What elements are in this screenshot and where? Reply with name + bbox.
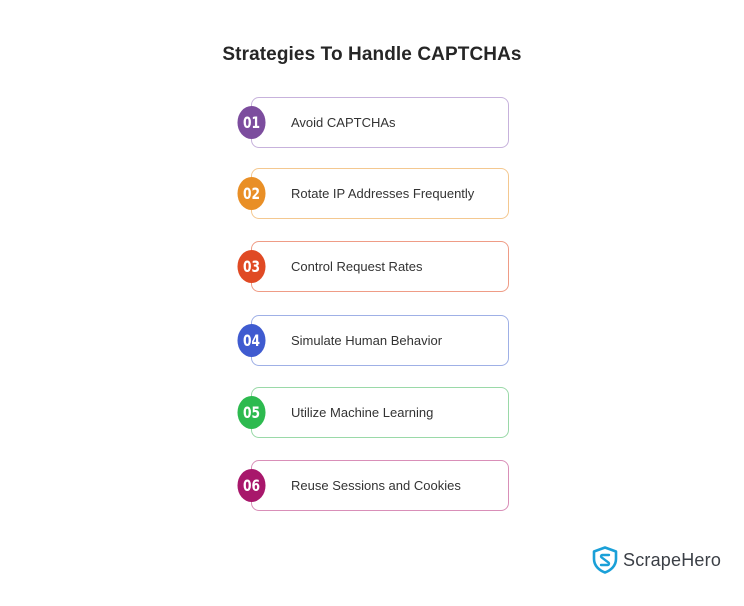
strategy-item-2: 02 Rotate IP Addresses Frequently [237,168,509,219]
strategy-label: Reuse Sessions and Cookies [291,478,461,493]
step-number-badge: 02 [237,177,266,210]
shield-s-icon [592,546,618,574]
step-number-badge: 04 [237,324,266,357]
strategy-label: Simulate Human Behavior [291,333,443,348]
strategy-item-5: 05 Utilize Machine Learning [237,387,509,438]
step-number-badge: 03 [237,250,266,283]
strategy-label: Utilize Machine Learning [291,405,434,420]
strategy-item-3: 03 Control Request Rates [237,241,509,292]
strategy-label: Control Request Rates [291,259,423,274]
page-title: Strategies To Handle CAPTCHAs [222,44,522,65]
scrapehero-logo: ScrapeHero [592,546,721,574]
strategy-item-1: 01 Avoid CAPTCHAs [237,97,509,148]
step-number-badge: 05 [237,396,266,429]
step-number-badge: 01 [237,106,266,139]
step-number-badge: 06 [237,469,266,502]
strategy-item-4: 04 Simulate Human Behavior [237,315,509,366]
strategy-label: Avoid CAPTCHAs [291,115,396,130]
strategy-item-6: 06 Reuse Sessions and Cookies [237,460,509,511]
strategy-label: Rotate IP Addresses Frequently [291,186,475,201]
brand-name: ScrapeHero [623,549,722,570]
